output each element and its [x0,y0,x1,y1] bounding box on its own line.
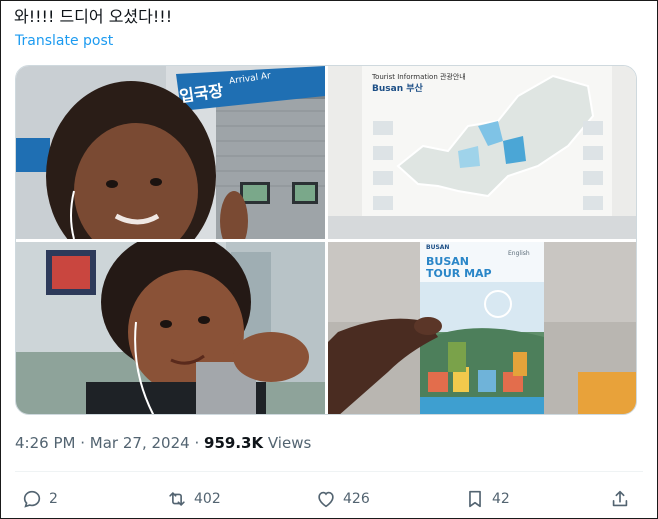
repost-button[interactable]: 402 [166,485,221,513]
like-button[interactable]: 426 [315,485,370,513]
bookmark-icon [469,490,481,508]
views-label: Views [267,434,312,452]
reply-icon [23,490,41,508]
post-time[interactable]: 4:26 PM [15,434,75,452]
share-icon [612,490,628,507]
brochure-title-text: BUSAN TOUR MAP [426,255,492,280]
action-bar: 2 402 426 42 [1,485,658,513]
divider [15,471,643,472]
meta-separator: · [80,434,86,452]
brochure-lang-text: English [508,250,530,257]
brochure-brand-text: BUSAN [426,244,450,251]
heart-icon [318,491,334,508]
meta-separator: · [194,434,200,452]
map-city-text: Busan 부산 [372,84,423,94]
photo-tour-map-brochure[interactable]: BUSAN BUSAN TOUR MAP English [328,242,636,414]
views-count: 959.3K [204,434,264,452]
photo-selfie-arrival[interactable]: 입국장 Arrival Ar [16,66,325,239]
bookmark-count: 42 [492,491,510,507]
translate-post-link[interactable]: Translate post [15,33,113,49]
reply-button[interactable]: 2 [21,485,58,513]
repost-icon [169,492,185,506]
share-button[interactable] [609,485,637,513]
media-grid: 입국장 Arrival Ar Tourist Information 관광안내 … [15,65,637,415]
photo-selfie-station[interactable] [16,242,325,414]
tweet-text: 와!!!! 드디어 오셨다!!! [14,7,173,26]
reply-count: 2 [49,491,58,507]
post-date[interactable]: Mar 27, 2024 [90,434,190,452]
like-count: 426 [343,491,370,507]
tweet-meta: 4:26 PM · Mar 27, 2024 · 959.3K Views [15,434,311,452]
tweet-card: 와!!!! 드디어 오셨다!!! Translate post 입국장 Arri… [0,0,658,519]
photo-busan-map-board[interactable]: Tourist Information 관광안내 Busan 부산 [328,66,636,239]
repost-count: 402 [194,491,221,507]
bookmark-button[interactable]: 42 [464,485,510,513]
